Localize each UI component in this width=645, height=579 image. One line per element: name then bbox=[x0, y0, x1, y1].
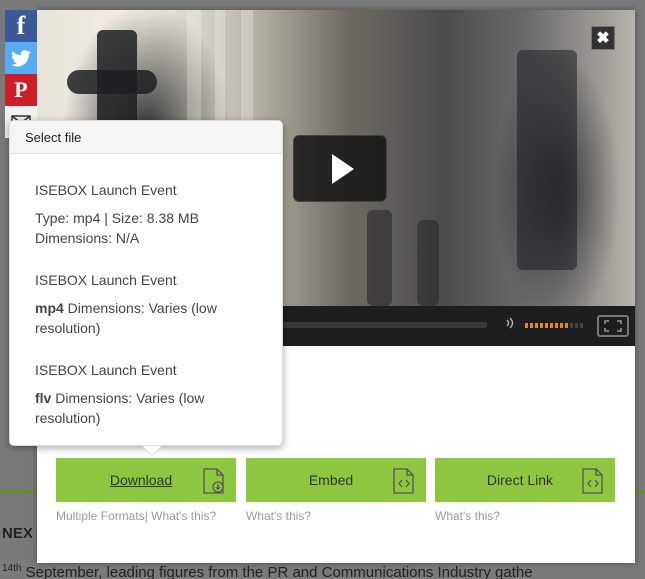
volume-bar-segment bbox=[530, 323, 533, 328]
download-button[interactable]: Download bbox=[56, 458, 236, 502]
volume-bar-segment bbox=[570, 323, 573, 328]
volume-bar-segment bbox=[550, 323, 553, 328]
direct-link-file-icon bbox=[582, 468, 603, 494]
volume-bar-segment bbox=[535, 323, 538, 328]
volume-bar-segment bbox=[525, 323, 528, 328]
file-option[interactable]: ISEBOX Launch Event flv Dimensions: Vari… bbox=[35, 360, 270, 428]
volume-bar-segment bbox=[575, 323, 578, 328]
background-body-text: 14th September, leading figures from the… bbox=[2, 563, 533, 579]
volume-bar-segment bbox=[560, 323, 563, 328]
select-file-dropdown: Select file ISEBOX Launch Event Type: mp… bbox=[9, 120, 283, 456]
facebook-icon[interactable]: f bbox=[5, 10, 37, 42]
background-heading-fragment: NEX bbox=[2, 525, 33, 542]
direct-link-button[interactable]: Direct Link bbox=[435, 458, 615, 502]
select-file-header: Select file bbox=[10, 121, 282, 154]
volume-bar-segment bbox=[555, 323, 558, 328]
play-icon bbox=[332, 153, 354, 184]
social-share-bar: f P bbox=[5, 10, 37, 138]
twitter-icon[interactable] bbox=[5, 42, 37, 74]
embed-button[interactable]: Embed bbox=[246, 458, 426, 502]
pinterest-icon[interactable]: P bbox=[5, 74, 37, 106]
download-subtext[interactable]: Multiple Formats| What's this? bbox=[56, 509, 216, 523]
fullscreen-icon[interactable] bbox=[597, 315, 629, 337]
volume-bar-segment bbox=[565, 323, 568, 328]
seek-bar[interactable] bbox=[283, 322, 487, 328]
file-option[interactable]: ISEBOX Launch Event mp4 Dimensions: Vari… bbox=[35, 270, 270, 338]
file-option[interactable]: ISEBOX Launch Event Type: mp4 | Size: 8.… bbox=[35, 180, 270, 248]
play-button[interactable] bbox=[293, 135, 387, 202]
volume-bar-segment bbox=[540, 323, 543, 328]
embed-subtext[interactable]: What's this? bbox=[246, 509, 311, 523]
dropdown-pointer bbox=[143, 446, 161, 455]
direct-link-subtext[interactable]: What's this? bbox=[435, 509, 500, 523]
volume-bar-segment bbox=[580, 323, 583, 328]
close-button[interactable]: ✖ bbox=[591, 26, 615, 50]
volume-slider[interactable] bbox=[525, 323, 583, 328]
download-file-icon bbox=[203, 468, 224, 494]
volume-bar-segment bbox=[545, 323, 548, 328]
embed-file-icon bbox=[393, 468, 414, 494]
volume-icon[interactable] bbox=[503, 317, 517, 332]
